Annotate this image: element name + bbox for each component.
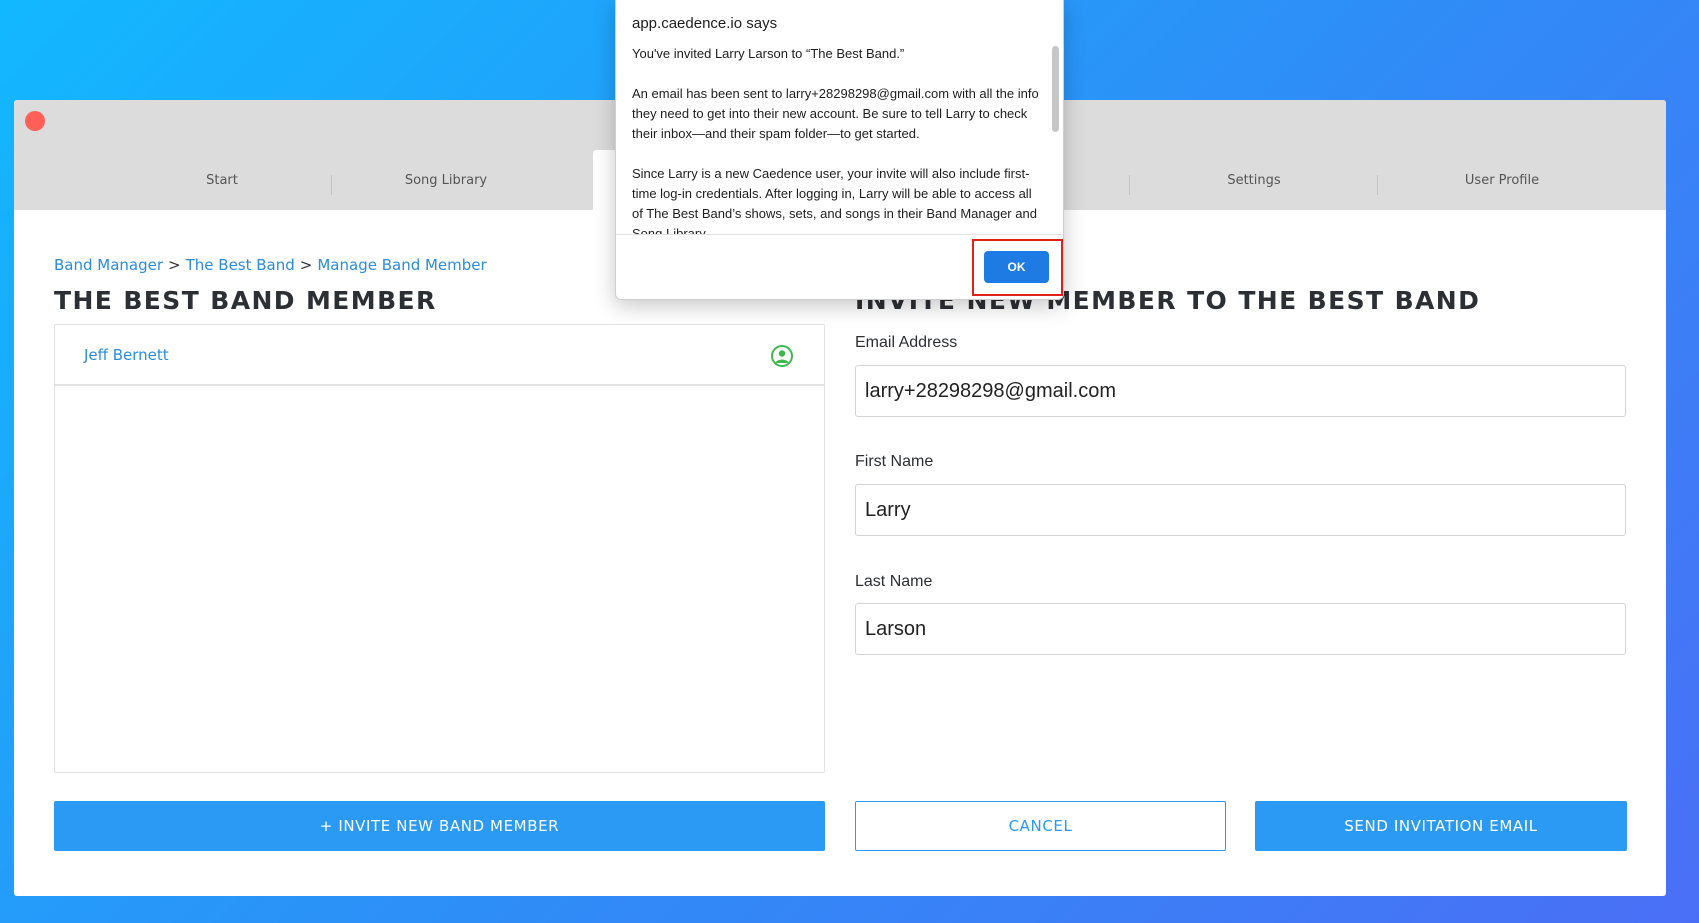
tab-label: Settings (1227, 172, 1281, 188)
last-name-field[interactable]: Larson (855, 603, 1626, 655)
dialog-divider (616, 234, 1063, 235)
breadcrumb-separator: > (168, 256, 181, 274)
breadcrumb-separator: > (299, 256, 313, 274)
last-name-label: Last Name (855, 573, 933, 590)
dialog-paragraph: You've invited Larry Larson to “The Best… (632, 46, 905, 61)
first-name-label: First Name (855, 453, 934, 470)
tab-start[interactable]: Start (114, 150, 330, 210)
member-list: Jeff Bernett (54, 324, 825, 773)
ok-button[interactable]: OK (984, 251, 1049, 283)
alert-dialog: app.caedence.io says You've invited Larr… (615, 0, 1064, 300)
send-invitation-email-button[interactable]: SEND INVITATION EMAIL (1255, 801, 1627, 851)
tab-label: Song Library (404, 172, 488, 188)
member-name[interactable]: Jeff Bernett (84, 346, 169, 364)
breadcrumb-manage-band-member[interactable]: Manage Band Member (317, 256, 486, 274)
dialog-scrollbar[interactable] (1052, 46, 1059, 132)
tab-label: User Profile (1464, 172, 1540, 188)
tab-label: Start (206, 172, 238, 188)
breadcrumb-the-best-band[interactable]: The Best Band (186, 256, 295, 274)
first-name-field[interactable]: Larry (855, 484, 1626, 536)
dialog-message[interactable]: You've invited Larry Larson to “The Best… (632, 44, 1042, 234)
invite-new-band-member-button[interactable]: + INVITE NEW BAND MEMBER (54, 801, 825, 851)
tab-settings[interactable]: Settings (1130, 150, 1378, 210)
list-item[interactable]: Jeff Bernett (55, 325, 824, 386)
cancel-button[interactable]: CANCEL (855, 801, 1226, 851)
dialog-paragraph: An email has been sent to larry+28298298… (632, 86, 1039, 141)
email-field[interactable]: larry+28298298@gmail.com (855, 365, 1626, 417)
band-member-heading: THE BEST BAND MEMBER (54, 286, 437, 315)
email-label: Email Address (855, 334, 958, 351)
tab-song-library[interactable]: Song Library (332, 150, 560, 210)
dialog-paragraph: Since Larry is a new Caedence user, your… (632, 166, 1037, 234)
window-close-button[interactable] (25, 111, 45, 131)
breadcrumb-band-manager[interactable]: Band Manager (54, 256, 163, 274)
dialog-title: app.caedence.io says (632, 15, 778, 32)
user-circle-icon (771, 345, 793, 367)
breadcrumb: Band Manager > The Best Band > Manage Band M… (54, 256, 487, 274)
tab-user-profile[interactable]: User Profile (1378, 150, 1626, 210)
